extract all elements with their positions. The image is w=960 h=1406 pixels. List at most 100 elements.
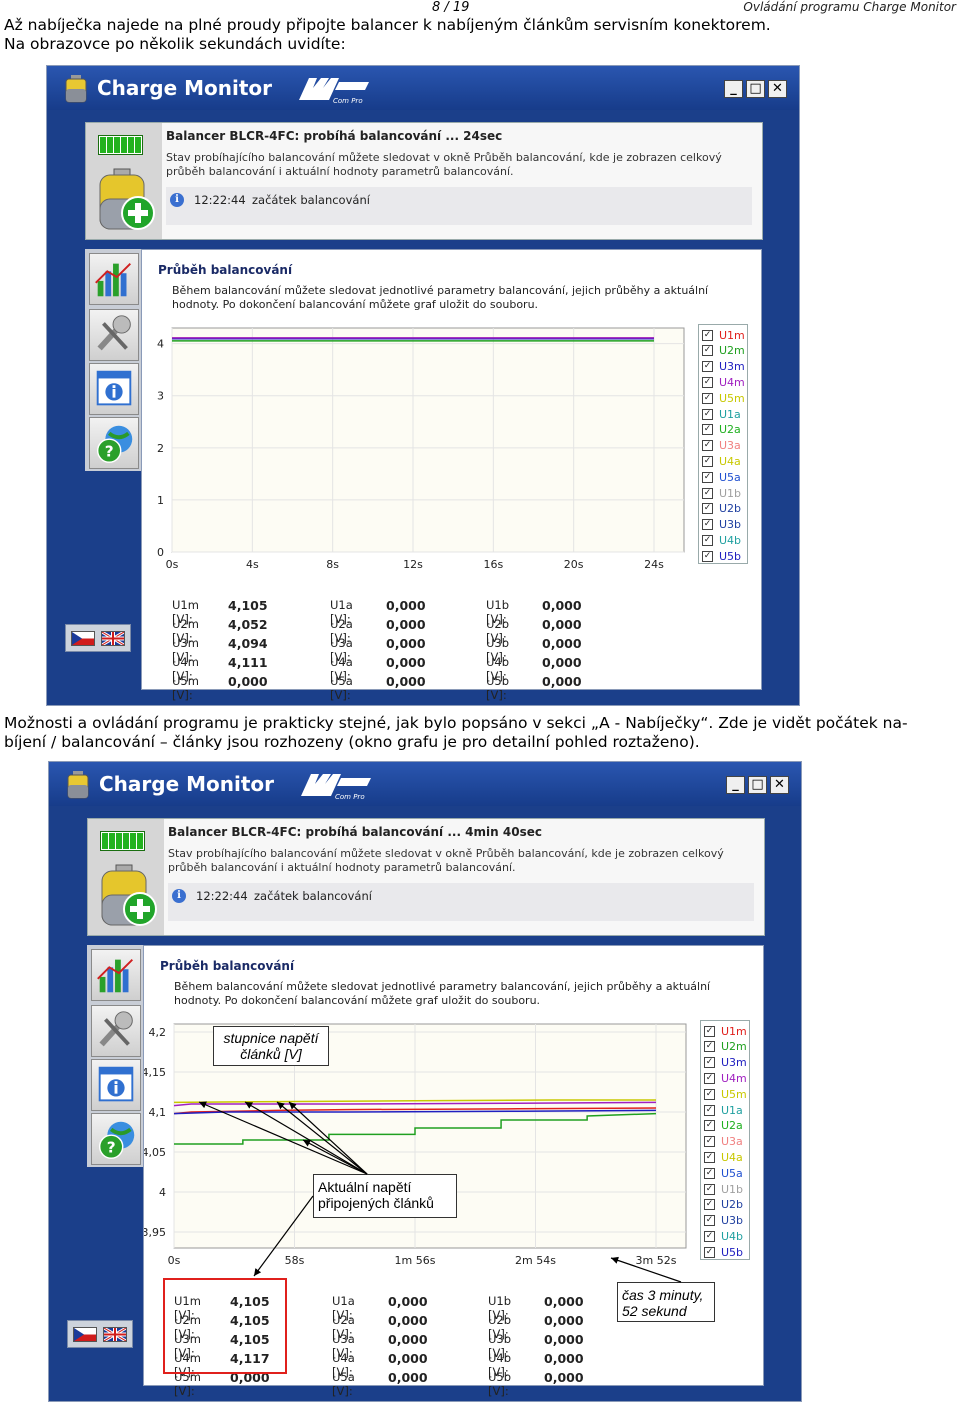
sidebar-item-chart[interactable]: [89, 253, 139, 305]
x-tick-label: 1m 56s: [395, 1254, 436, 1267]
maximize-button[interactable]: □: [748, 776, 767, 794]
legend-item[interactable]: ✓ U3a: [704, 1135, 743, 1149]
czech-flag-icon[interactable]: [71, 631, 95, 646]
uk-flag-icon[interactable]: [101, 631, 125, 646]
checkbox[interactable]: ✓: [702, 408, 713, 420]
battery-add-icon[interactable]: [96, 167, 156, 233]
sidebar-item-help[interactable]: ?: [89, 417, 139, 469]
legend-item[interactable]: ✓ U1m: [702, 328, 745, 342]
legend-item[interactable]: ✓ U3b: [702, 518, 741, 532]
minimize-button[interactable]: _: [726, 776, 745, 794]
checkbox[interactable]: ✓: [702, 392, 713, 404]
checkbox[interactable]: ✓: [702, 550, 713, 562]
legend-item[interactable]: ✓ U5a: [704, 1166, 743, 1180]
legend-item[interactable]: ✓ U2m: [704, 1040, 747, 1054]
close-button[interactable]: ✕: [768, 80, 787, 98]
legend-item[interactable]: ✓ U4a: [702, 454, 741, 468]
checkbox[interactable]: ✓: [702, 471, 713, 483]
app-title: Charge Monitor: [97, 76, 273, 100]
legend-item[interactable]: ✓ U2a: [704, 1119, 743, 1133]
legend-item[interactable]: ✓ U1m: [704, 1024, 747, 1038]
minimize-button[interactable]: _: [724, 80, 743, 98]
y-tick-label: 4,1: [149, 1106, 167, 1119]
close-button[interactable]: ✕: [770, 776, 789, 794]
sidebar-item-help[interactable]: ?: [91, 1113, 141, 1165]
checkbox[interactable]: ✓: [702, 424, 713, 436]
checkbox[interactable]: ✓: [702, 361, 713, 373]
x-tick-label: 16s: [483, 558, 503, 571]
legend-item[interactable]: ✓ U4m: [702, 375, 745, 389]
checkbox[interactable]: ✓: [704, 1136, 715, 1148]
legend-item[interactable]: ✓ U1a: [704, 1103, 743, 1117]
sidebar-item-about[interactable]: [89, 363, 139, 415]
language-switcher[interactable]: [65, 624, 131, 652]
checkbox[interactable]: ✓: [704, 1088, 715, 1100]
checkbox[interactable]: ✓: [704, 1072, 715, 1084]
legend-item[interactable]: ✓ U1b: [704, 1182, 743, 1196]
legend-item[interactable]: ✓ U2b: [704, 1198, 743, 1212]
checkbox[interactable]: ✓: [704, 1167, 715, 1179]
legend-label: U4b: [721, 1229, 744, 1243]
legend-item[interactable]: ✓ U3m: [702, 360, 745, 374]
checkbox[interactable]: ✓: [704, 1230, 715, 1242]
legend-item[interactable]: ✓ U5m: [702, 391, 745, 405]
legend-item[interactable]: ✓ U4b: [704, 1229, 743, 1243]
legend-item[interactable]: ✓ U1a: [702, 407, 741, 421]
plot-area: [171, 327, 685, 553]
checkbox[interactable]: ✓: [704, 1183, 715, 1195]
language-switcher[interactable]: [67, 1320, 133, 1348]
sidebar-item-tools[interactable]: [89, 309, 139, 361]
checkbox[interactable]: ✓: [704, 1151, 715, 1163]
voltage-chart[interactable]: 0 1 2 3 4 0s 4s 8s 12s 16s 20s 24s: [142, 310, 763, 590]
checkbox[interactable]: ✓: [702, 503, 713, 515]
battery-add-icon[interactable]: [98, 863, 158, 929]
legend-item[interactable]: ✓ U3m: [704, 1056, 747, 1070]
maximize-button[interactable]: □: [746, 80, 765, 98]
checkbox[interactable]: ✓: [704, 1215, 715, 1227]
checkbox[interactable]: ✓: [702, 534, 713, 546]
uk-flag-icon[interactable]: [103, 1327, 127, 1342]
legend-item[interactable]: ✓ U4b: [702, 533, 741, 547]
readout-value: 0,000: [386, 655, 426, 670]
checkbox[interactable]: ✓: [704, 1246, 715, 1258]
checkbox[interactable]: ✓: [702, 487, 713, 499]
legend-item[interactable]: ✓ U5b: [702, 549, 741, 563]
legend-label: U2b: [719, 502, 742, 516]
sidebar-item-tools[interactable]: [91, 1005, 141, 1057]
checkbox[interactable]: ✓: [702, 329, 713, 341]
checkbox[interactable]: ✓: [704, 1057, 715, 1069]
czech-flag-icon[interactable]: [73, 1327, 97, 1342]
legend-item[interactable]: ✓ U1b: [702, 486, 741, 500]
legend-label: U1b: [719, 486, 742, 500]
legend-item[interactable]: ✓ U2b: [702, 502, 741, 516]
checkbox[interactable]: ✓: [704, 1120, 715, 1132]
checkbox[interactable]: ✓: [702, 519, 713, 531]
legend-item[interactable]: ✓ U3a: [702, 439, 741, 453]
checkbox[interactable]: ✓: [704, 1025, 715, 1037]
y-tick-label: 2: [157, 442, 164, 455]
legend-item[interactable]: ✓ U5m: [704, 1087, 747, 1101]
checkbox[interactable]: ✓: [704, 1104, 715, 1116]
checkbox[interactable]: ✓: [704, 1041, 715, 1053]
legend-item[interactable]: ✓ U2a: [702, 423, 741, 437]
readout-value: 0,000: [542, 598, 582, 613]
legend-item[interactable]: ✓ U5b: [704, 1245, 743, 1259]
checkbox[interactable]: ✓: [704, 1199, 715, 1211]
y-tick-label: 3,95: [144, 1226, 166, 1239]
help-globe-icon: ?: [98, 1121, 135, 1159]
checkbox[interactable]: ✓: [702, 345, 713, 357]
checkbox[interactable]: ✓: [702, 376, 713, 388]
legend-item[interactable]: ✓ U4a: [704, 1150, 743, 1164]
legend-item[interactable]: ✓ U2m: [702, 344, 745, 358]
readout-label: U5a [V]:: [330, 674, 353, 702]
legend-item[interactable]: ✓ U3b: [704, 1214, 743, 1228]
legend-item[interactable]: ✓ U5a: [702, 470, 741, 484]
sidebar-item-chart[interactable]: [91, 949, 141, 1001]
legend-item[interactable]: ✓ U4m: [704, 1071, 747, 1085]
checkbox[interactable]: ✓: [702, 455, 713, 467]
legend-label: U5a: [719, 470, 741, 484]
title-bar[interactable]: Charge Monitor Com Pro _ □ ✕: [47, 66, 799, 110]
title-bar[interactable]: Charge Monitor Com Pro _ □ ✕: [49, 762, 801, 806]
checkbox[interactable]: ✓: [702, 440, 713, 452]
sidebar-item-about[interactable]: [91, 1059, 141, 1111]
